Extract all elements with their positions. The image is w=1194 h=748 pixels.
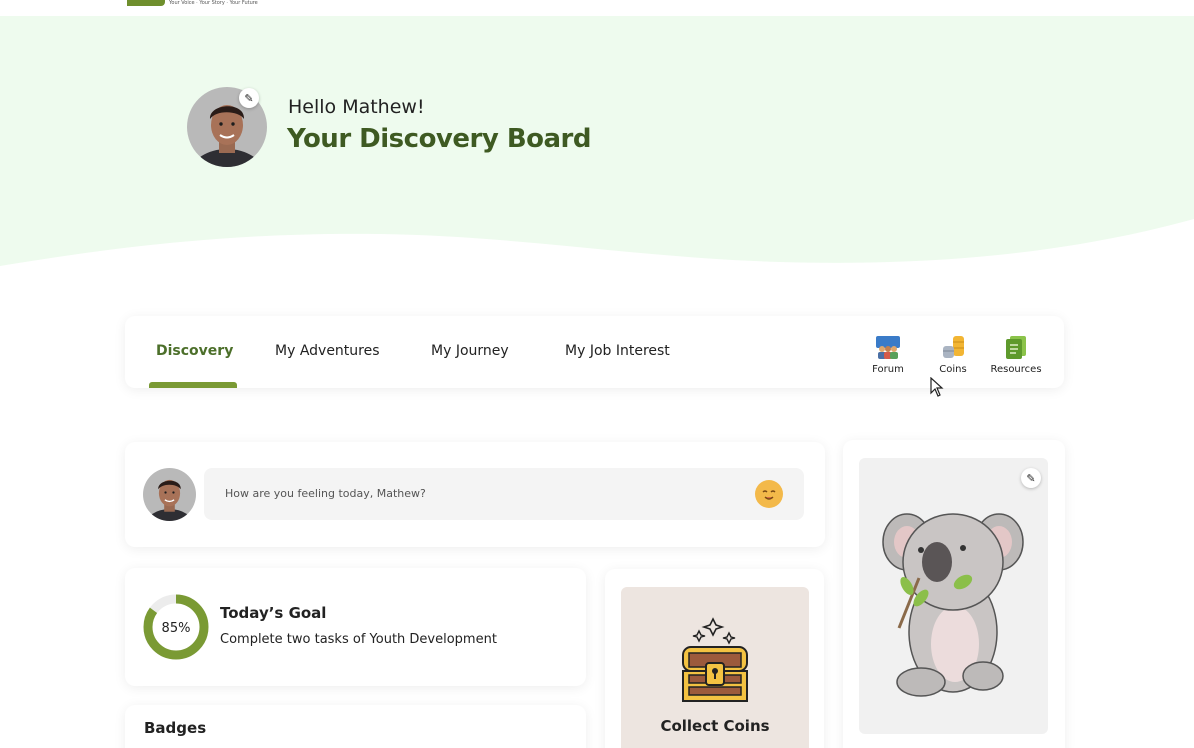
goal-progress-label: 85% xyxy=(162,621,191,636)
page-title: Your Discovery Board xyxy=(287,124,592,154)
mood-input-placeholder: How are you feeling today, Mathew? xyxy=(225,487,426,500)
logo-tagline: Your Voice · Your Story · Your Future xyxy=(169,0,258,6)
tab-my-job-interest[interactable]: My Job Interest xyxy=(565,343,670,359)
badges-card: Badges xyxy=(125,705,586,748)
active-tab-indicator xyxy=(149,382,237,388)
badges-title: Badges xyxy=(144,719,207,737)
goal-title: Today’s Goal xyxy=(220,604,327,622)
coins-label: Coins xyxy=(939,364,967,375)
treasure-chest-icon xyxy=(682,617,748,702)
user-avatar xyxy=(143,468,196,521)
edit-avatar-pencil-icon[interactable]: ✎ xyxy=(239,88,259,108)
coins-icon xyxy=(939,334,967,360)
collect-coins-button[interactable]: Collect Coins xyxy=(621,587,809,748)
collect-coins-label: Collect Coins xyxy=(660,717,770,735)
goal-description: Complete two tasks of Youth Development xyxy=(220,632,497,647)
tabs-navigation: Discovery My Adventures My Journey My Jo… xyxy=(125,316,1064,388)
resources-label: Resources xyxy=(990,364,1042,375)
forum-icon xyxy=(874,334,902,360)
tab-discovery[interactable]: Discovery xyxy=(156,343,233,359)
mouse-cursor-icon xyxy=(930,377,944,397)
collect-coins-card: Collect Coins xyxy=(605,569,824,748)
smiley-emoji-icon[interactable] xyxy=(755,480,783,508)
edit-mascot-pencil-icon[interactable]: ✎ xyxy=(1021,468,1041,488)
koala-illustration xyxy=(882,513,1024,697)
tab-my-journey[interactable]: My Journey xyxy=(431,343,509,359)
avatar-mascot-card: ✎ xyxy=(843,440,1065,748)
tab-my-adventures[interactable]: My Adventures xyxy=(275,343,380,359)
greeting-text: Hello Mathew! xyxy=(288,96,425,118)
koala-mascot: ✎ xyxy=(859,458,1048,734)
coins-link[interactable]: Coins xyxy=(921,334,985,375)
resources-icon xyxy=(1002,334,1030,360)
resources-link[interactable]: Resources xyxy=(984,334,1048,375)
logo[interactable] xyxy=(127,0,165,6)
forum-label: Forum xyxy=(872,364,904,375)
hero-banner xyxy=(0,16,1194,286)
todays-goal-card: 85% Today’s Goal Complete two tasks of Y… xyxy=(125,568,586,686)
mood-input[interactable]: How are you feeling today, Mathew? xyxy=(204,468,804,520)
top-bar: Your Voice · Your Story · Your Future xyxy=(0,0,1194,16)
forum-link[interactable]: Forum xyxy=(856,334,920,375)
goal-progress-ring: 85% xyxy=(143,594,209,660)
mood-card: How are you feeling today, Mathew? xyxy=(125,442,825,547)
